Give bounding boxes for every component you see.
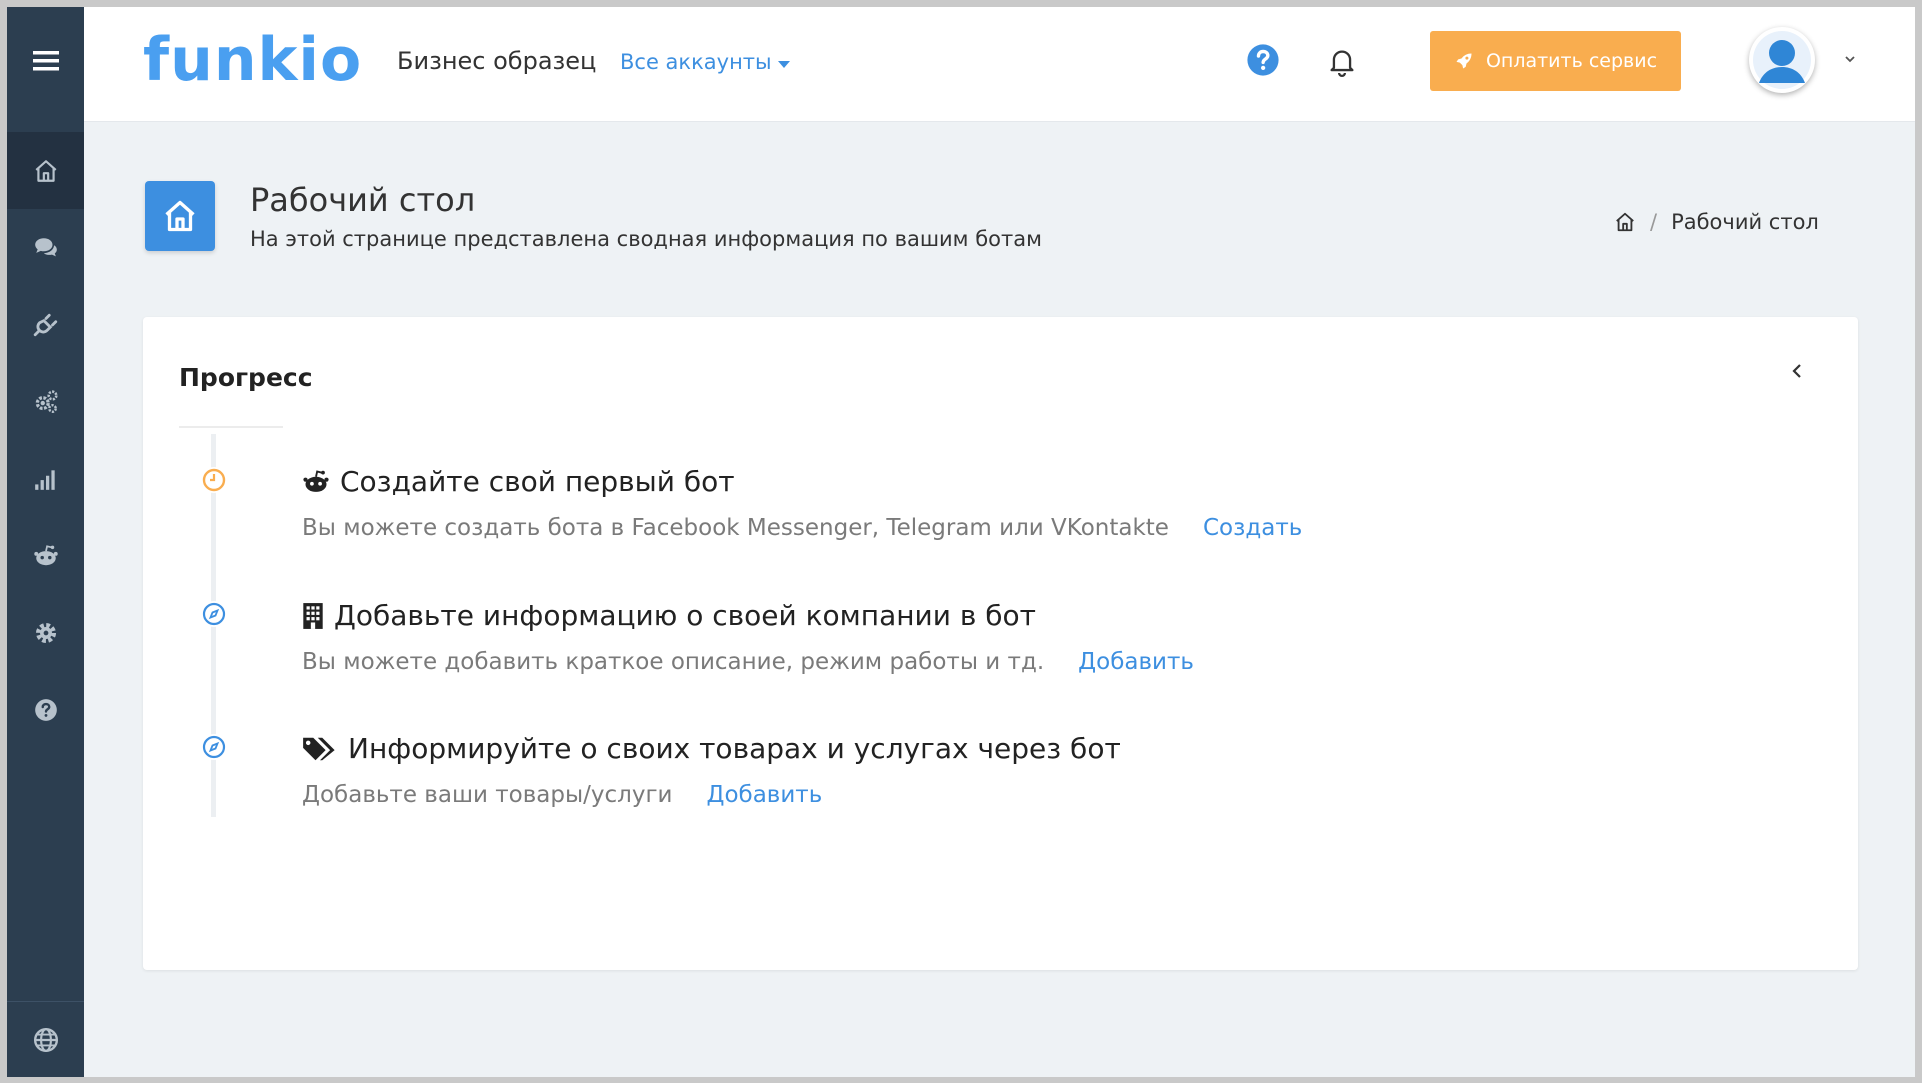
app-logo[interactable]: funkio bbox=[143, 25, 362, 95]
breadcrumb: / Рабочий стол bbox=[1614, 210, 1819, 234]
gear-icon bbox=[35, 622, 56, 643]
page-title: Рабочий стол bbox=[250, 181, 476, 219]
step-description-text: Добавьте ваши товары/услуги bbox=[302, 782, 673, 808]
language-button[interactable] bbox=[7, 1001, 84, 1077]
progress-card: Прогресс Создайте свой первый бот Вы мож… bbox=[143, 317, 1858, 970]
step-title: Добавьте информацию о своей компании в б… bbox=[302, 599, 1036, 632]
accounts-dropdown-label: Все аккаунты bbox=[620, 50, 772, 74]
step-status-todo bbox=[201, 601, 227, 627]
sidebar-item-home[interactable] bbox=[7, 132, 84, 209]
progress-title: Прогресс bbox=[179, 363, 313, 392]
question-circle-icon bbox=[34, 698, 57, 721]
compass-icon bbox=[202, 602, 226, 626]
comments-icon bbox=[34, 237, 57, 256]
accounts-dropdown[interactable]: Все аккаунты bbox=[620, 50, 790, 74]
step-description-text: Вы можете добавить краткое описание, реж… bbox=[302, 649, 1045, 675]
add-company-info-link[interactable]: Добавить bbox=[1078, 649, 1194, 675]
add-products-link[interactable]: Добавить bbox=[706, 782, 822, 808]
page-subtitle: На этой странице представлена сводная ин… bbox=[250, 227, 1042, 251]
pay-service-button[interactable]: Оплатить сервис bbox=[1430, 31, 1681, 91]
step-title-text: Добавьте информацию о своей компании в б… bbox=[334, 599, 1036, 632]
clock-icon bbox=[202, 468, 226, 492]
signal-bars-icon bbox=[34, 469, 55, 490]
user-avatar[interactable] bbox=[1749, 27, 1815, 93]
business-name: Бизнес образец bbox=[397, 47, 597, 75]
step-description: Вы можете добавить краткое описание, реж… bbox=[302, 649, 1194, 675]
menu-toggle-button[interactable] bbox=[7, 7, 84, 115]
create-bot-link[interactable]: Создать bbox=[1203, 515, 1302, 541]
step-title-text: Информируйте о своих товарах и услугах ч… bbox=[348, 732, 1121, 765]
home-icon bbox=[35, 159, 56, 182]
sidebar bbox=[7, 7, 84, 1077]
robot-icon bbox=[303, 469, 329, 492]
sidebar-item-settings[interactable] bbox=[7, 594, 84, 671]
step-description: Вы можете создать бота в Facebook Messen… bbox=[302, 515, 1302, 541]
notifications-button[interactable] bbox=[1328, 47, 1356, 77]
plug-icon bbox=[33, 313, 57, 336]
hamburger-icon bbox=[32, 51, 59, 71]
globe-icon bbox=[33, 1027, 58, 1052]
sidebar-item-bots[interactable] bbox=[7, 517, 84, 594]
top-header: funkio Бизнес образец Все аккаунты Оплат… bbox=[84, 7, 1915, 122]
chevron-left-icon[interactable] bbox=[1788, 361, 1808, 381]
sidebar-item-integrations[interactable] bbox=[7, 286, 84, 363]
chevron-down-icon[interactable] bbox=[1842, 51, 1858, 67]
step-status-pending bbox=[201, 467, 227, 493]
breadcrumb-separator: / bbox=[1650, 210, 1658, 234]
sidebar-item-statistics[interactable] bbox=[7, 440, 84, 517]
pay-service-label: Оплатить сервис bbox=[1485, 50, 1658, 72]
question-circle-icon bbox=[1247, 44, 1279, 76]
compass-icon bbox=[202, 735, 226, 759]
caret-down-icon bbox=[777, 61, 790, 68]
bell-icon bbox=[1330, 50, 1354, 77]
tags-icon bbox=[303, 737, 335, 760]
gears-icon bbox=[35, 389, 58, 413]
step-title: Создайте свой первый бот bbox=[302, 465, 735, 498]
step-description-text: Вы можете создать бота в Facebook Messen… bbox=[302, 515, 1169, 541]
home-icon bbox=[165, 200, 195, 232]
help-button[interactable] bbox=[1246, 43, 1280, 77]
sidebar-item-automation[interactable] bbox=[7, 363, 84, 440]
page-title-icon bbox=[145, 181, 215, 251]
rocket-icon bbox=[1456, 53, 1472, 69]
sidebar-item-chats[interactable] bbox=[7, 209, 84, 286]
user-icon bbox=[1753, 31, 1811, 89]
app-frame: funkio Бизнес образец Все аккаунты Оплат… bbox=[7, 7, 1915, 1077]
step-description: Добавьте ваши товары/услуги Добавить bbox=[302, 782, 822, 808]
sidebar-item-help[interactable] bbox=[7, 671, 84, 748]
breadcrumb-current: Рабочий стол bbox=[1671, 210, 1819, 234]
robot-icon bbox=[33, 544, 58, 565]
building-icon bbox=[303, 602, 323, 629]
step-status-todo bbox=[201, 734, 227, 760]
home-icon[interactable] bbox=[1614, 211, 1636, 233]
step-title: Информируйте о своих товарах и услугах ч… bbox=[302, 732, 1121, 765]
divider bbox=[179, 426, 283, 428]
step-title-text: Создайте свой первый бот bbox=[340, 465, 735, 498]
